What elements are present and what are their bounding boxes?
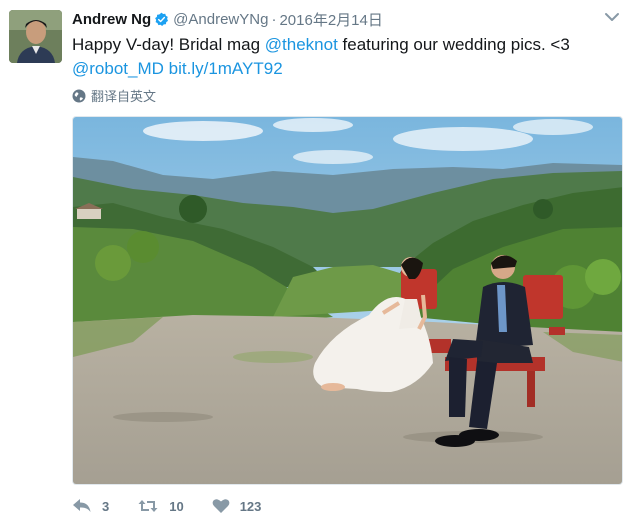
reply-button[interactable]: 3 — [72, 498, 109, 514]
globe-icon — [72, 89, 86, 102]
retweet-count: 10 — [169, 498, 184, 514]
tweet-text: Happy V-day! Bridal mag @theknot featuri… — [72, 33, 617, 81]
tweet-photo[interactable] — [72, 116, 623, 485]
wedding-photo — [73, 117, 622, 484]
mention-link[interactable]: @robot_MD — [72, 59, 164, 78]
retweet-icon — [138, 500, 158, 512]
translate-button[interactable]: 翻译自英文 — [72, 86, 156, 105]
url-link[interactable]: bit.ly/1mAYT92 — [169, 59, 283, 78]
reply-icon — [73, 499, 91, 512]
heart-icon — [212, 499, 230, 513]
tweet-text-part: Happy V-day! Bridal mag — [72, 35, 265, 54]
tweet-header: Andrew Ng @AndrewYNg · 2016年2月14日 — [72, 8, 383, 30]
tweet-date[interactable]: 2016年2月14日 — [279, 9, 382, 30]
verified-icon — [155, 12, 169, 26]
reply-count: 3 — [102, 498, 110, 514]
mention-link[interactable]: @theknot — [265, 35, 338, 54]
avatar[interactable] — [9, 10, 62, 63]
like-button[interactable]: 123 — [212, 498, 262, 514]
header-separator: · — [271, 10, 277, 28]
author-name[interactable]: Andrew Ng — [72, 11, 151, 28]
chevron-down-icon[interactable] — [604, 10, 620, 24]
tweet-actions: 3 10 123 — [72, 494, 289, 518]
like-count: 123 — [239, 498, 262, 514]
retweet-button[interactable]: 10 — [137, 498, 184, 514]
translate-label: 翻译自英文 — [91, 89, 157, 104]
tweet-text-part: featuring our wedding pics. <3 — [337, 35, 570, 54]
author-handle[interactable]: @AndrewYNg — [173, 11, 268, 28]
avatar-image — [9, 10, 62, 63]
